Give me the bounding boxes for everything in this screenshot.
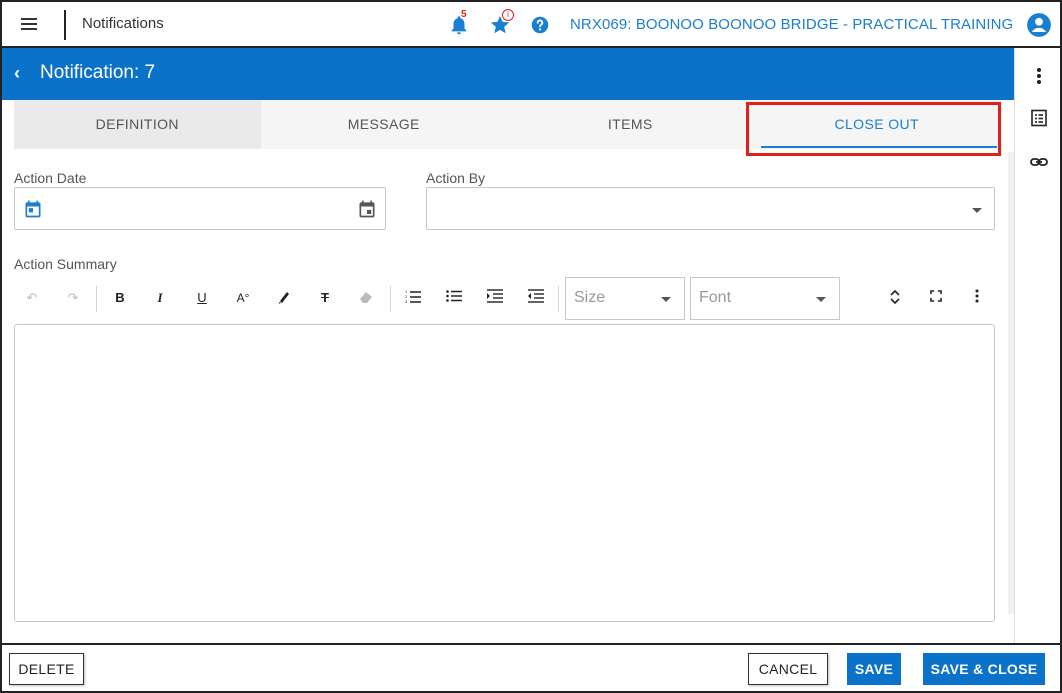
topbar-divider — [64, 10, 66, 40]
chevron-down-icon — [816, 297, 826, 302]
ordered-list-icon[interactable]: 123 — [403, 289, 423, 307]
back-arrow-icon[interactable]: ‹ — [14, 63, 20, 84]
notification-count-badge: 5 — [461, 9, 467, 20]
font-size-placeholder: Size — [574, 289, 606, 306]
action-date-label: Action Date — [14, 170, 87, 186]
delete-button[interactable]: DELETE — [9, 653, 84, 685]
font-family-select[interactable]: Font — [690, 277, 840, 320]
tab-close-out[interactable]: CLOSE OUT — [753, 100, 1000, 149]
tab-items[interactable]: ITEMS — [507, 100, 754, 149]
help-icon[interactable] — [529, 14, 551, 36]
top-bar: Notifications 5 i NRX069: BOONOO BOONOO … — [2, 2, 1060, 48]
calendar-icon[interactable] — [23, 199, 43, 224]
highlighter-icon[interactable] — [274, 289, 294, 307]
underline-icon[interactable]: U — [192, 289, 212, 307]
line-height-icon[interactable] — [885, 289, 905, 307]
font-size-select[interactable]: Size — [565, 277, 685, 320]
link-icon[interactable] — [1029, 152, 1049, 172]
svg-text:3: 3 — [405, 299, 408, 303]
more-options-icon[interactable] — [967, 289, 987, 307]
undo-icon[interactable]: ↶ — [22, 289, 42, 307]
font-family-placeholder: Font — [699, 289, 732, 306]
user-avatar-icon[interactable] — [1026, 12, 1052, 38]
action-date-field[interactable] — [14, 187, 386, 230]
footer-bar — [2, 643, 1060, 691]
vertical-scrollbar[interactable] — [1008, 152, 1014, 614]
eraser-icon[interactable] — [356, 289, 376, 307]
favorites-badge: i — [502, 9, 514, 21]
toolbar-separator — [96, 286, 97, 312]
project-link[interactable]: NRX069: BOONOO BOONOO BRIDGE - PRACTICAL… — [570, 16, 1013, 33]
tab-message[interactable]: MESSAGE — [261, 100, 508, 149]
italic-icon[interactable]: I — [150, 289, 170, 307]
action-summary-editor[interactable] — [14, 324, 995, 622]
action-summary-label: Action Summary — [14, 256, 117, 272]
right-rail — [1014, 48, 1060, 643]
tab-bar: DEFINITION MESSAGE ITEMS CLOSE OUT — [14, 100, 1000, 149]
tab-definition[interactable]: DEFINITION — [14, 100, 261, 149]
detail-header: ‹ Notification: 7 — [2, 48, 1014, 100]
chevron-down-icon — [972, 208, 982, 213]
calendar-picker-icon[interactable] — [357, 199, 377, 224]
notification-title: Notification: 7 — [40, 62, 156, 83]
toolbar-separator — [558, 286, 559, 312]
outdent-icon[interactable] — [526, 289, 546, 307]
bulleted-list-icon[interactable] — [444, 289, 464, 307]
action-by-select[interactable] — [426, 187, 995, 230]
strikethrough-icon[interactable]: T — [315, 289, 335, 307]
save-close-button[interactable]: SAVE & CLOSE — [923, 653, 1045, 685]
indent-icon[interactable] — [485, 289, 505, 307]
font-color-icon[interactable]: A° — [233, 289, 253, 307]
save-button[interactable]: SAVE — [847, 653, 901, 685]
bold-icon[interactable]: B — [110, 289, 130, 307]
menu-icon[interactable] — [18, 15, 40, 33]
page-title: Notifications — [82, 15, 164, 32]
redo-icon[interactable]: ↷ — [63, 289, 83, 307]
toolbar-separator — [390, 286, 391, 312]
cancel-button[interactable]: CANCEL — [748, 653, 828, 685]
more-vertical-icon[interactable] — [1029, 66, 1049, 86]
action-by-label: Action By — [426, 170, 486, 186]
list-details-icon[interactable] — [1029, 108, 1049, 128]
fullscreen-icon[interactable] — [926, 289, 946, 307]
chevron-down-icon — [661, 297, 671, 302]
